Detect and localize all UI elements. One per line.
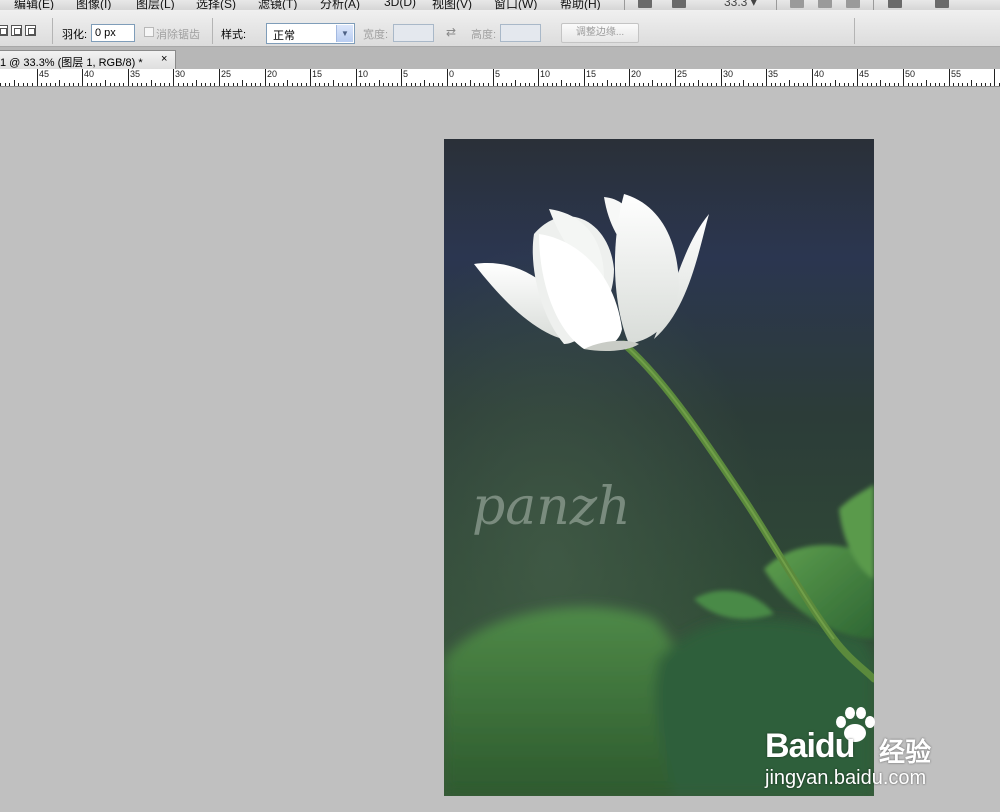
ruler-label: 40: [84, 69, 95, 79]
ruler-label: 25: [221, 69, 232, 79]
style-select-value: 正常: [273, 30, 295, 42]
document-image[interactable]: panzh: [444, 139, 874, 796]
ruler-label: 45: [859, 69, 870, 79]
baidu-url: jingyan.baidu.com: [765, 767, 927, 789]
signature-watermark: panzh: [472, 477, 631, 537]
menu-item-6[interactable]: 3D(D): [384, 0, 416, 9]
subtract-from-selection-icon[interactable]: [25, 25, 36, 36]
antialias-checkbox[interactable]: [144, 27, 154, 37]
baidu-jingyan: 经验: [879, 737, 932, 767]
feather-label: 羽化:: [62, 29, 88, 41]
ruler-label: 45: [39, 69, 50, 79]
ruler-label: 20: [267, 69, 278, 79]
launch-bridge-icon[interactable]: [638, 0, 652, 8]
ruler-label: 20: [631, 69, 642, 79]
ruler-label: 30: [175, 69, 186, 79]
menu-item-8[interactable]: 窗口(W): [494, 0, 537, 10]
ruler-label: 40: [814, 69, 825, 79]
ruler-label: 25: [677, 69, 688, 79]
ruler-label: 30: [723, 69, 734, 79]
style-label: 样式:: [221, 29, 247, 41]
style-select[interactable]: 正常 ▼: [266, 23, 355, 44]
document-tab-bar: 1 @ 33.3% (图层 1, RGB/8) * ×: [0, 47, 1000, 70]
screen-mode-icon[interactable]: [935, 0, 949, 8]
rotate-view-icon[interactable]: [846, 0, 860, 8]
menu-bar: 编辑(E) 图像(I) 图层(L) 选择(S) 滤镜(T) 分析(A) 3D(D) 视图(V)…: [0, 0, 1000, 10]
ruler-label: 5: [495, 69, 501, 79]
height-input[interactable]: [500, 24, 541, 42]
baidu-watermark: Baidu 经验 jingyan.baidu.com: [765, 705, 965, 800]
hand-tool-icon[interactable]: [790, 0, 804, 8]
menu-item-1[interactable]: 图像(I): [76, 0, 111, 10]
separator: [873, 0, 874, 10]
add-to-selection-icon[interactable]: [11, 25, 22, 36]
ruler-label: 50: [905, 69, 916, 79]
ruler-label: 10: [540, 69, 551, 79]
separator: [212, 18, 213, 44]
width-label: 宽度:: [363, 29, 389, 41]
ruler-label: 35: [768, 69, 779, 79]
antialias-label: 消除锯齿: [156, 29, 200, 41]
arrange-documents-icon[interactable]: [888, 0, 902, 8]
ruler-label: 15: [586, 69, 597, 79]
separator: [52, 18, 53, 44]
menu-item-2[interactable]: 图层(L): [136, 0, 175, 10]
ruler-label: 0: [449, 69, 455, 79]
baidu-brand: Baidu: [765, 727, 855, 765]
lotus-photo: panzh: [444, 139, 874, 796]
close-icon[interactable]: ×: [161, 53, 167, 65]
height-label: 高度:: [471, 29, 497, 41]
ruler-label: 35: [130, 69, 141, 79]
menu-item-4[interactable]: 滤镜(T): [258, 0, 297, 10]
feather-input[interactable]: 0 px: [91, 24, 135, 42]
document-tab-title: 1 @ 33.3% (图层 1, RGB/8) *: [0, 57, 143, 69]
zoom-level[interactable]: 33.3 ▾: [724, 0, 757, 9]
menu-item-9[interactable]: 帮助(H): [560, 0, 601, 10]
ruler-label: 15: [312, 69, 323, 79]
separator: [854, 18, 855, 44]
menu-item-0[interactable]: 编辑(E): [14, 0, 54, 10]
document-tab[interactable]: 1 @ 33.3% (图层 1, RGB/8) * ×: [0, 50, 176, 69]
ruler-label: 55: [951, 69, 962, 79]
horizontal-ruler: 45 40 35 30 25 20 15 10 5 0 5 10 15 20 25 30 35 40 45 50 55: [0, 69, 1000, 87]
menu-item-7[interactable]: 视图(V): [432, 0, 472, 10]
view-extras-icon[interactable]: [672, 0, 686, 8]
separator: [624, 0, 625, 10]
width-input[interactable]: [393, 24, 434, 42]
refine-edge-button[interactable]: 调整边缘...: [561, 23, 639, 43]
chevron-down-icon[interactable]: ▼: [336, 25, 353, 42]
ruler-label: 5: [403, 69, 409, 79]
menu-item-3[interactable]: 选择(S): [196, 0, 236, 10]
new-selection-icon[interactable]: [0, 25, 8, 36]
zoom-tool-icon[interactable]: [818, 0, 832, 8]
options-bar: 羽化: 0 px 消除锯齿 样式: 正常 ▼ 宽度: ⇄ 高度: 调整边缘...: [0, 10, 1000, 47]
swap-icon[interactable]: ⇄: [446, 25, 456, 39]
separator: [776, 0, 777, 10]
menu-item-5[interactable]: 分析(A): [320, 0, 360, 10]
ruler-label: 10: [358, 69, 369, 79]
